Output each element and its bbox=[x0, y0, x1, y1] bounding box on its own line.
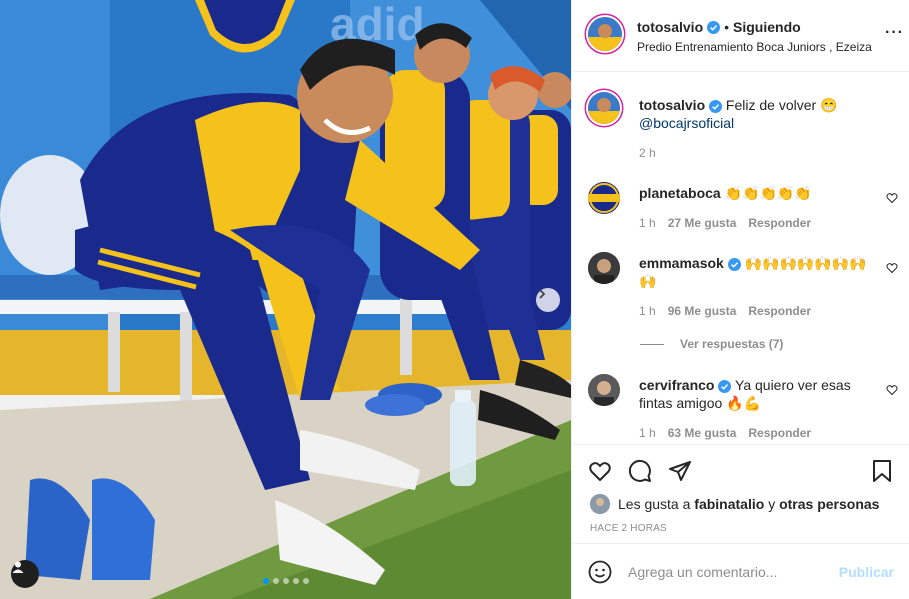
comment-avatar[interactable] bbox=[588, 374, 620, 406]
comment-time[interactable]: 1 h bbox=[639, 216, 656, 230]
likes-text: Les gusta a fabinatalio y otras personas bbox=[618, 496, 879, 512]
verified-badge-icon bbox=[709, 99, 723, 113]
comment-text: planetaboca 👏👏👏👏👏 bbox=[639, 184, 869, 202]
verified-badge-icon bbox=[718, 379, 732, 393]
view-replies-label: Ver respuestas (7) bbox=[680, 337, 784, 351]
likes-prefix: Les gusta a bbox=[618, 496, 691, 512]
comment-likes[interactable]: 96 Me gusta bbox=[668, 304, 737, 318]
photo-illustration: adid bbox=[0, 0, 571, 599]
comment-meta: 1 h 96 Me gusta Responder bbox=[639, 304, 811, 318]
verified-badge-icon bbox=[727, 257, 741, 271]
heart-icon[interactable] bbox=[886, 192, 898, 204]
comment-meta: 1 h 63 Me gusta Responder bbox=[639, 426, 811, 440]
carousel-indicator bbox=[0, 578, 571, 584]
caption-meta: 2 h bbox=[639, 146, 656, 160]
heart-icon[interactable] bbox=[886, 384, 898, 396]
carousel-dot bbox=[292, 578, 299, 584]
avatar-image bbox=[588, 92, 620, 124]
liker-username[interactable]: fabinatalio bbox=[694, 496, 764, 512]
carousel-dot bbox=[282, 578, 289, 584]
instagram-post: adid totosalvio • Siguiendo Predio Entre… bbox=[0, 0, 909, 599]
comment-likes[interactable]: 63 Me gusta bbox=[668, 426, 737, 440]
more-options-button[interactable]: ··· bbox=[885, 24, 904, 42]
replies-divider bbox=[640, 343, 664, 345]
avatar-image bbox=[590, 494, 610, 514]
publish-button[interactable]: Publicar bbox=[839, 564, 894, 580]
carousel-dot bbox=[272, 578, 279, 584]
share-button[interactable] bbox=[668, 459, 692, 483]
post-actions: Les gusta a fabinatalio y otras personas… bbox=[572, 444, 909, 544]
author-username[interactable]: totosalvio bbox=[637, 19, 703, 35]
post-photo[interactable]: adid bbox=[0, 0, 571, 599]
post-header: totosalvio • Siguiendo Predio Entrenamie… bbox=[572, 0, 909, 72]
add-comment-bar: Publicar bbox=[572, 545, 909, 599]
comment-text: emmamasok 🙌🙌🙌🙌🙌🙌🙌🙌 bbox=[639, 254, 869, 290]
caption-message: Feliz de volver 😁 bbox=[725, 97, 838, 113]
comment-time[interactable]: 1 h bbox=[639, 304, 656, 318]
reply-button[interactable]: Responder bbox=[748, 426, 811, 440]
likes-connector: y bbox=[768, 496, 776, 512]
caption-text: totosalvio Feliz de volver 😁 @bocajrsofi… bbox=[639, 96, 869, 132]
comment-avatar[interactable] bbox=[588, 252, 620, 284]
post-timestamp[interactable]: HACE 2 HORAS bbox=[590, 523, 667, 534]
comment-time[interactable]: 1 h bbox=[639, 426, 656, 440]
comments-list[interactable]: totosalvio Feliz de volver 😁 @bocajrsofi… bbox=[572, 72, 909, 444]
comment-message: 👏👏👏👏👏 bbox=[724, 185, 812, 201]
reply-button[interactable]: Responder bbox=[748, 216, 811, 230]
verified-badge-icon bbox=[707, 20, 721, 34]
post-location[interactable]: Predio Entrenamiento Boca Juniors , Ezei… bbox=[637, 40, 872, 54]
view-replies-button[interactable]: Ver respuestas (7) bbox=[640, 337, 783, 351]
emoji-icon[interactable] bbox=[588, 560, 612, 584]
comment-bubble-icon bbox=[628, 459, 651, 482]
caption-username[interactable]: totosalvio bbox=[639, 97, 705, 113]
comment-button[interactable] bbox=[628, 459, 652, 483]
comment-text: cervifranco Ya quiero ver esas fintas am… bbox=[639, 376, 869, 412]
comment-meta: 1 h 27 Me gusta Responder bbox=[639, 216, 811, 230]
comment-avatar[interactable] bbox=[588, 182, 620, 214]
like-button[interactable] bbox=[588, 459, 612, 483]
caption-avatar[interactable] bbox=[588, 92, 620, 124]
avatar-image bbox=[588, 17, 622, 51]
caption-time[interactable]: 2 h bbox=[639, 146, 656, 160]
other-likers-link[interactable]: otras personas bbox=[779, 496, 879, 512]
send-icon bbox=[669, 461, 691, 481]
save-button[interactable] bbox=[870, 459, 894, 483]
comment-username[interactable]: cervifranco bbox=[639, 377, 714, 393]
comment-input[interactable] bbox=[628, 561, 828, 583]
avatar-image bbox=[588, 252, 620, 284]
likes-summary: Les gusta a fabinatalio y otras personas bbox=[590, 494, 879, 514]
carousel-dot bbox=[302, 578, 309, 584]
reply-button[interactable]: Responder bbox=[748, 304, 811, 318]
post-details-panel: totosalvio • Siguiendo Predio Entrenamie… bbox=[571, 0, 909, 599]
bookmark-icon bbox=[873, 460, 891, 482]
user-tag-icon bbox=[12, 561, 24, 573]
action-icons bbox=[588, 459, 692, 483]
comment-likes[interactable]: 27 Me gusta bbox=[668, 216, 737, 230]
comment-username[interactable]: planetaboca bbox=[639, 185, 721, 201]
avatar-image bbox=[588, 374, 620, 406]
author-avatar[interactable] bbox=[588, 17, 622, 51]
header-separator: • bbox=[724, 19, 730, 35]
liker-avatar[interactable] bbox=[590, 494, 610, 514]
carousel-dot bbox=[262, 578, 269, 584]
next-photo-button[interactable] bbox=[536, 288, 560, 312]
following-button[interactable]: Siguiendo bbox=[733, 19, 801, 35]
caption-mention[interactable]: @bocajrsoficial bbox=[639, 115, 734, 131]
header-user-line: totosalvio • Siguiendo bbox=[637, 19, 801, 35]
boca-crest-icon bbox=[588, 182, 620, 214]
heart-icon[interactable] bbox=[886, 262, 898, 274]
heart-icon bbox=[589, 462, 611, 481]
comment-username[interactable]: emmamasok bbox=[639, 255, 724, 271]
chevron-right-icon bbox=[539, 289, 546, 299]
